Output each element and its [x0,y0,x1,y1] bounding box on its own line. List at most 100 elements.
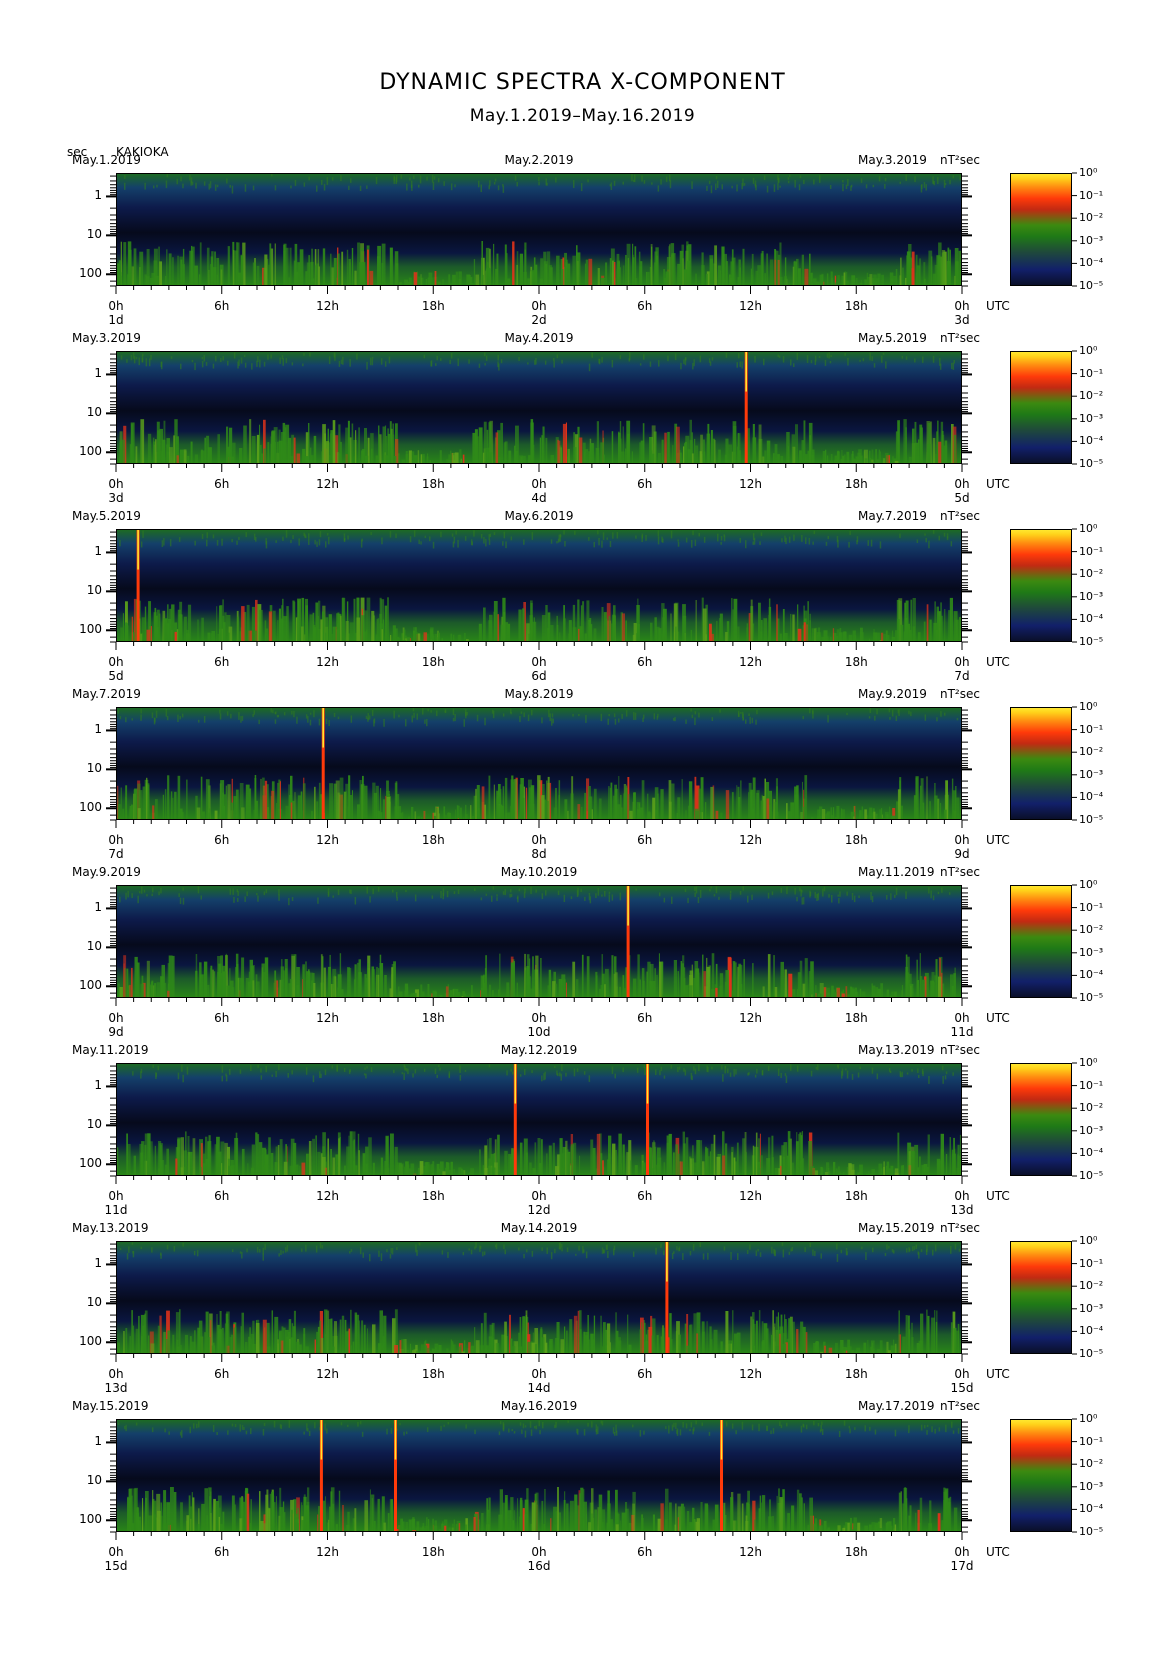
x-tick-label: 6h [637,833,653,847]
x-tick-label: 12h [739,477,762,491]
x-tick-label: 18h [421,477,445,491]
colorbar-tick-label: 10⁰ [1079,522,1098,535]
spectrogram-panel: May.1.2019 May.2.2019 May.3.2019 nT²sec 1 10 1… [0,148,1165,328]
x-tick-label: 12h [316,477,339,491]
day-label-start: 1d [108,313,124,327]
colorbar-tick-label: 10⁻² [1079,745,1104,759]
day-label-end: 3d [954,313,970,327]
colorbar-tick-label: 10⁻² [1079,211,1104,225]
day-label-start: 5d [108,669,124,683]
x-tick-label: 18h [844,477,868,491]
chart-subtitle: May.1.2019–May.16.2019 [469,106,696,126]
y-tick-label: 10 [86,761,102,776]
colorbar [1010,173,1072,286]
colorbar-tick-label: 10⁻² [1079,389,1104,403]
colorbar-tick-label: 10⁰ [1079,344,1098,357]
colorbar-tick-label: 10⁻¹ [1079,544,1104,558]
x-tick-label: 18h [844,299,868,313]
x-tick-label: 0h [531,299,547,313]
colorbar-tick-label: 10⁻⁴ [1079,968,1104,982]
day-label-start: 9d [108,1025,124,1039]
colorbar-tick-label: 10⁻³ [1079,411,1104,425]
colorbar-tick-label: 10⁻¹ [1079,366,1104,380]
day-label-end: 7d [954,669,970,683]
colorbar-tick-label: 10⁻⁵ [1079,635,1104,648]
x-tick-label: 12h [739,833,762,847]
spectrogram-panel: May.13.2019 May.14.2019 May.15.2019 nT²sec 1… [0,1216,1165,1396]
colorbar-tick-label: 10⁻⁵ [1079,991,1104,1004]
y-tick-label: 1 [94,544,102,559]
x-tick-label: 0h [108,1011,124,1025]
colorbar-tick-label: 10⁰ [1079,700,1098,713]
y-tick-label: 100 [79,978,102,993]
colorbar-tick-label: 10⁻¹ [1079,900,1104,914]
x-tick-label: 0h [531,655,547,669]
colorbar-tick-label: 10⁻⁴ [1079,1146,1104,1160]
x-tick-label: 0h [108,655,124,669]
x-tick-label: 0h [954,299,970,313]
colorbar-tick-label: 10⁻⁵ [1079,1169,1104,1182]
x-tick-label: 0h [954,1189,970,1203]
y-tick-label: 10 [86,405,102,420]
colorbar-tick-label: 10⁻² [1079,923,1104,937]
x-tick-label: 12h [316,833,339,847]
x-tick-label: 0h [108,299,124,313]
utc-label: UTC [986,477,1010,491]
spectrogram-panel: May.3.2019 May.4.2019 May.5.2019 nT²sec 1 10 1… [0,326,1165,506]
colorbar [1010,885,1072,998]
x-tick-label: 12h [316,299,339,313]
day-label-start: 3d [108,491,124,505]
day-label-end: 13d [950,1203,974,1217]
x-tick-label: 6h [214,1011,230,1025]
x-tick-label: 6h [637,477,653,491]
colorbar-tick-label: 10⁻³ [1079,767,1104,781]
y-tick-label: 10 [86,939,102,954]
x-tick-label: 6h [637,655,653,669]
x-tick-label: 6h [637,299,653,313]
x-tick-label: 0h [531,833,547,847]
day-label-end: 11d [950,1025,974,1039]
x-tick-label: 0h [108,477,124,491]
day-label-mid: 8d [531,847,547,861]
x-tick-label: 0h [954,1011,970,1025]
colorbar-tick-label: 10⁻⁴ [1079,790,1104,804]
spectrogram-panel: May.5.2019 May.6.2019 May.7.2019 nT²sec 1 10 1… [0,504,1165,684]
utc-label: UTC [986,299,1010,313]
y-tick-label: 1 [94,722,102,737]
colorbar-tick-label: 10⁰ [1079,1056,1098,1069]
y-tick-label: 1 [94,366,102,381]
x-tick-label: 6h [214,655,230,669]
x-tick-label: 0h [954,833,970,847]
y-tick-label: 10 [86,583,102,598]
day-label-end: 5d [954,491,970,505]
y-tick-label: 100 [79,800,102,815]
colorbar-tick-label: 10⁻⁵ [1079,457,1104,470]
day-label-mid: 4d [531,491,547,505]
x-tick-label: 0h [531,1189,547,1203]
utc-label: UTC [986,833,1010,847]
x-tick-label: 12h [316,1011,339,1025]
x-tick-label: 0h [108,1189,124,1203]
x-tick-label: 18h [844,1189,868,1203]
colorbar-tick-label: 10⁰ [1079,878,1098,891]
x-tick-label: 18h [421,833,445,847]
day-label-end: 9d [954,847,970,861]
colorbar-tick-label: 10⁻³ [1079,589,1104,603]
colorbar-tick-label: 10⁰ [1079,166,1098,179]
x-tick-label: 12h [316,655,339,669]
colorbar-tick-label: 10⁻³ [1079,233,1104,247]
day-label-mid: 10d [527,1025,551,1039]
colorbar [1010,1063,1072,1176]
x-tick-label: 18h [844,833,868,847]
x-tick-label: 0h [108,833,124,847]
x-tick-label: 18h [421,299,445,313]
colorbar-tick-label: 10⁻³ [1079,945,1104,959]
x-tick-label: 12h [739,655,762,669]
day-label-mid: 2d [531,313,547,327]
colorbar [1010,351,1072,464]
colorbar-tick-label: 10⁻¹ [1079,1078,1104,1092]
x-tick-label: 12h [316,1189,339,1203]
x-tick-label: 6h [637,1189,653,1203]
x-tick-label: 18h [421,1189,445,1203]
day-label-start: 7d [108,847,124,861]
